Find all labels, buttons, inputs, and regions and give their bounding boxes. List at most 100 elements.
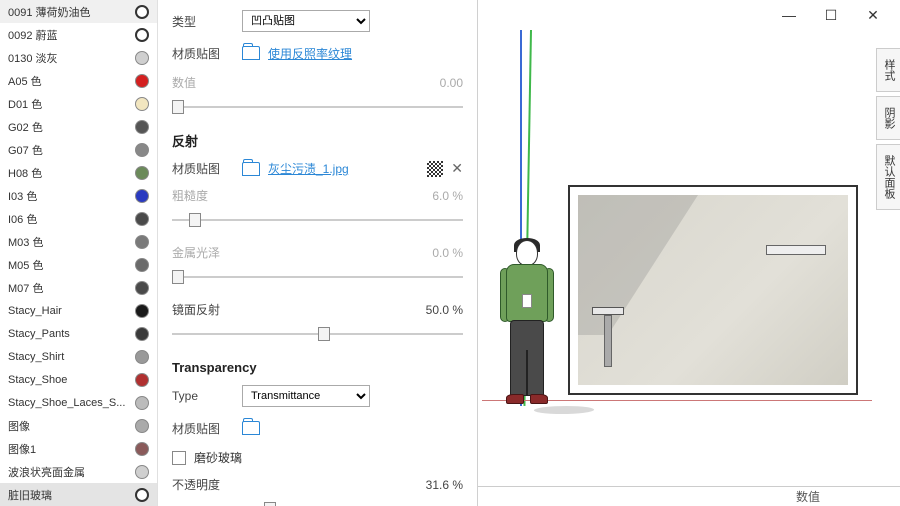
material-item[interactable]: 图像1 (0, 437, 157, 460)
material-label: M07 色 (8, 280, 131, 296)
material-item[interactable]: I03 色 (0, 184, 157, 207)
color-swatch (135, 97, 149, 111)
right-tab[interactable]: 样式 (876, 48, 900, 92)
material-item[interactable]: D01 色 (0, 92, 157, 115)
color-swatch (135, 465, 149, 479)
material-label: 脏旧玻璃 (8, 487, 131, 503)
color-swatch (135, 396, 149, 410)
folder-icon[interactable] (242, 46, 260, 60)
frosted-checkbox[interactable] (172, 451, 186, 465)
window-titlebar: — ☐ ✕ (478, 0, 900, 30)
status-bar: 数值 (478, 486, 900, 506)
material-label: 0092 蔚蓝 (8, 27, 131, 43)
material-label: M05 色 (8, 257, 131, 273)
color-swatch (135, 327, 149, 341)
viewport[interactable]: — ☐ ✕ (478, 0, 900, 506)
right-tab[interactable]: 默认面板 (876, 144, 900, 210)
color-swatch (135, 189, 149, 203)
minimize-button[interactable]: — (768, 1, 810, 29)
trans-type-select[interactable]: Transmittance (242, 385, 370, 407)
material-item[interactable]: 波浪状亮面金属 (0, 460, 157, 483)
albedo-link[interactable]: 使用反照率纹理 (268, 45, 352, 62)
material-item[interactable]: Stacy_Shoe (0, 368, 157, 391)
person-figure[interactable] (496, 240, 560, 408)
material-label: G02 色 (8, 119, 131, 135)
material-label: 图像1 (8, 441, 131, 457)
material-item[interactable]: 0092 蔚蓝 (0, 23, 157, 46)
properties-panel: 类型 凹凸贴图 材质贴图 使用反照率纹理 数值 0.00 反射 材质贴图 灰尘污… (158, 0, 478, 506)
specular-label: 镜面反射 (172, 301, 242, 318)
material-label: 0130 淡灰 (8, 50, 131, 66)
metal-value: 0.0 % (413, 246, 463, 260)
material-list[interactable]: 0091 薄荷奶油色 0092 蔚蓝 0130 淡灰 A05 色 D01 色 G02 色 G… (0, 0, 158, 506)
material-item[interactable]: A05 色 (0, 69, 157, 92)
color-swatch (135, 373, 149, 387)
roughness-slider[interactable] (172, 210, 463, 230)
material-item[interactable]: 图像 (0, 414, 157, 437)
material-label: G07 色 (8, 142, 131, 158)
opacity-slider[interactable] (172, 499, 463, 506)
specular-slider[interactable] (172, 324, 463, 344)
material-item[interactable]: M05 色 (0, 253, 157, 276)
color-swatch (135, 235, 149, 249)
material-item[interactable]: Stacy_Shoe_Laces_S... (0, 391, 157, 414)
right-tab[interactable]: 阴影 (876, 96, 900, 140)
color-swatch (135, 488, 149, 502)
folder-icon[interactable] (242, 162, 260, 176)
trans-texture-label: 材质贴图 (172, 420, 242, 437)
opacity-label: 不透明度 (172, 476, 242, 493)
amount-slider[interactable] (172, 97, 463, 117)
close-icon[interactable]: ✕ (451, 160, 463, 177)
material-item[interactable]: Stacy_Hair (0, 299, 157, 322)
color-swatch (135, 143, 149, 157)
material-item[interactable]: 脏旧玻璃 (0, 483, 157, 506)
material-item[interactable]: I06 色 (0, 207, 157, 230)
color-swatch (135, 281, 149, 295)
qr-icon[interactable] (427, 161, 443, 177)
material-item[interactable]: M03 色 (0, 230, 157, 253)
material-label: Stacy_Pants (8, 328, 131, 340)
color-swatch (135, 120, 149, 134)
color-swatch (135, 5, 149, 19)
close-button[interactable]: ✕ (852, 1, 894, 29)
material-item[interactable]: G02 色 (0, 115, 157, 138)
roughness-value: 6.0 % (413, 189, 463, 203)
right-tab-group: 样式阴影默认面板 (876, 48, 900, 214)
opacity-value: 31.6 % (413, 478, 463, 492)
material-item[interactable]: M07 色 (0, 276, 157, 299)
material-label: Stacy_Shirt (8, 351, 131, 363)
material-label: Stacy_Hair (8, 305, 131, 317)
material-item[interactable]: G07 色 (0, 138, 157, 161)
material-label: 图像 (8, 418, 131, 434)
scene-3d[interactable] (482, 30, 872, 484)
material-item[interactable]: Stacy_Pants (0, 322, 157, 345)
material-item[interactable]: H08 色 (0, 161, 157, 184)
amount-value: 0.00 (413, 76, 463, 90)
color-swatch (135, 350, 149, 364)
sink (592, 307, 624, 315)
material-label: Stacy_Shoe_Laces_S... (8, 397, 131, 409)
metal-label: 金属光泽 (172, 244, 242, 261)
frosted-label: 磨砂玻璃 (194, 449, 242, 466)
color-swatch (135, 258, 149, 272)
material-item[interactable]: 0091 薄荷奶油色 (0, 0, 157, 23)
vent (766, 245, 826, 255)
material-item[interactable]: Stacy_Shirt (0, 345, 157, 368)
refl-texture-link[interactable]: 灰尘污渍_1.jpg (268, 160, 349, 177)
folder-icon[interactable] (242, 421, 260, 435)
amount-label: 数值 (172, 74, 242, 91)
color-swatch (135, 51, 149, 65)
material-item[interactable]: 0130 淡灰 (0, 46, 157, 69)
type-select[interactable]: 凹凸贴图 (242, 10, 370, 32)
room-model[interactable] (568, 185, 858, 395)
color-swatch (135, 442, 149, 456)
material-label: D01 色 (8, 96, 131, 112)
roughness-label: 粗糙度 (172, 187, 242, 204)
color-swatch (135, 166, 149, 180)
reflection-section-title: 反射 (172, 131, 463, 150)
material-label: A05 色 (8, 73, 131, 89)
material-label: M03 色 (8, 234, 131, 250)
maximize-button[interactable]: ☐ (810, 1, 852, 29)
type-label: 类型 (172, 13, 242, 30)
metal-slider[interactable] (172, 267, 463, 287)
